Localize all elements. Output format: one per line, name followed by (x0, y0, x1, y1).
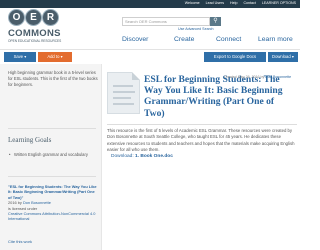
oer-commons-logo[interactable]: O E R COMMONS OPEN EDUCATIONAL RESOURCES (6, 9, 62, 49)
learning-goal-item: Written English grammar and vocabulary (9, 152, 96, 158)
nav-learn-more[interactable]: Learn more (258, 36, 293, 43)
logo-letter-o: O (8, 9, 25, 26)
resource-main: ESL for Beginning Students: The Way You … (102, 64, 300, 250)
resource-toolbar: Save ▾ Add to ▾ Export to Google Docs Do… (0, 50, 300, 64)
utility-link-contact[interactable]: Contact (243, 1, 255, 5)
resource-sidebar: High beginning grammar book in a 5-level… (0, 64, 102, 250)
download-file-name[interactable]: 1. Book One.doc (135, 154, 173, 159)
logo-subtitle: OPEN EDUCATIONAL RESOURCES (8, 39, 62, 43)
download-file-link[interactable]: Download: 1. Book One.doc (111, 154, 173, 159)
citation-date-text: 2016 by (8, 200, 22, 206)
resource-description: High beginning grammar book in a 5-level… (8, 70, 98, 87)
logo-letter-r: R (42, 9, 59, 26)
logo-letter-e: E (25, 9, 42, 26)
nav-create[interactable]: Create (174, 36, 194, 43)
site-header: O E R COMMONS OPEN EDUCATIONAL RESOURCES… (0, 8, 300, 50)
logo-letters: O E R (6, 9, 62, 27)
add-to-button[interactable]: Add to ▾ (38, 52, 72, 62)
sidebar-divider (8, 176, 96, 177)
search-input[interactable]: Search OER Commons (122, 17, 210, 26)
utility-link-learner-options[interactable]: LEARNER OPTIONS (262, 1, 296, 5)
main-divider (107, 124, 297, 125)
utility-link-help[interactable]: Help (230, 1, 237, 5)
author-link[interactable]: Don Bosonnette (265, 75, 291, 79)
citation-title: "ESL for Beginning Students: The Way You… (8, 184, 97, 200)
main-nav: Discover Create Connect Learn more (118, 36, 298, 46)
utility-links: Welcome Lead Users Help Contact LEARNER … (180, 1, 296, 5)
nav-discover[interactable]: Discover (122, 36, 148, 43)
learning-goals-heading: Learning Goals (8, 136, 52, 144)
citation-block: "ESL for Beginning Students: The Way You… (8, 184, 98, 222)
save-button[interactable]: Save ▾ (4, 52, 36, 62)
citation-author-link[interactable]: Don Bosonnette (23, 200, 51, 205)
resource-body: This resource is the first of 5 levels o… (107, 128, 295, 153)
sidebar-divider (8, 128, 96, 129)
advanced-search-link[interactable]: Use Advanced Search (178, 27, 214, 31)
citation-license-link[interactable]: Creative Commons Attribution-NonCommerci… (8, 211, 98, 222)
export-google-docs-button[interactable]: Export to Google Docs (204, 52, 266, 62)
search-icon[interactable]: ⚲ (210, 17, 221, 26)
document-thumbnail-icon (107, 72, 140, 114)
cite-this-work-link[interactable]: Cite this work (8, 239, 32, 244)
download-button[interactable]: Download ▾ (268, 52, 298, 62)
download-prefix: Download: (111, 154, 134, 159)
top-utility-bar: Welcome Lead Users Help Contact LEARNER … (0, 0, 300, 8)
nav-connect[interactable]: Connect (216, 36, 241, 43)
resource-meta: Created May 26, 2016 by Don Bosonnette (224, 75, 291, 79)
utility-link-welcome[interactable]: Welcome (185, 1, 200, 5)
logo-name: COMMONS (8, 28, 61, 39)
resource-title: ESL for Beginning Students: The Way You … (144, 74, 283, 119)
created-date: Created May 26, 2016 by (224, 75, 265, 79)
utility-link-users[interactable]: Lead Users (206, 1, 224, 5)
